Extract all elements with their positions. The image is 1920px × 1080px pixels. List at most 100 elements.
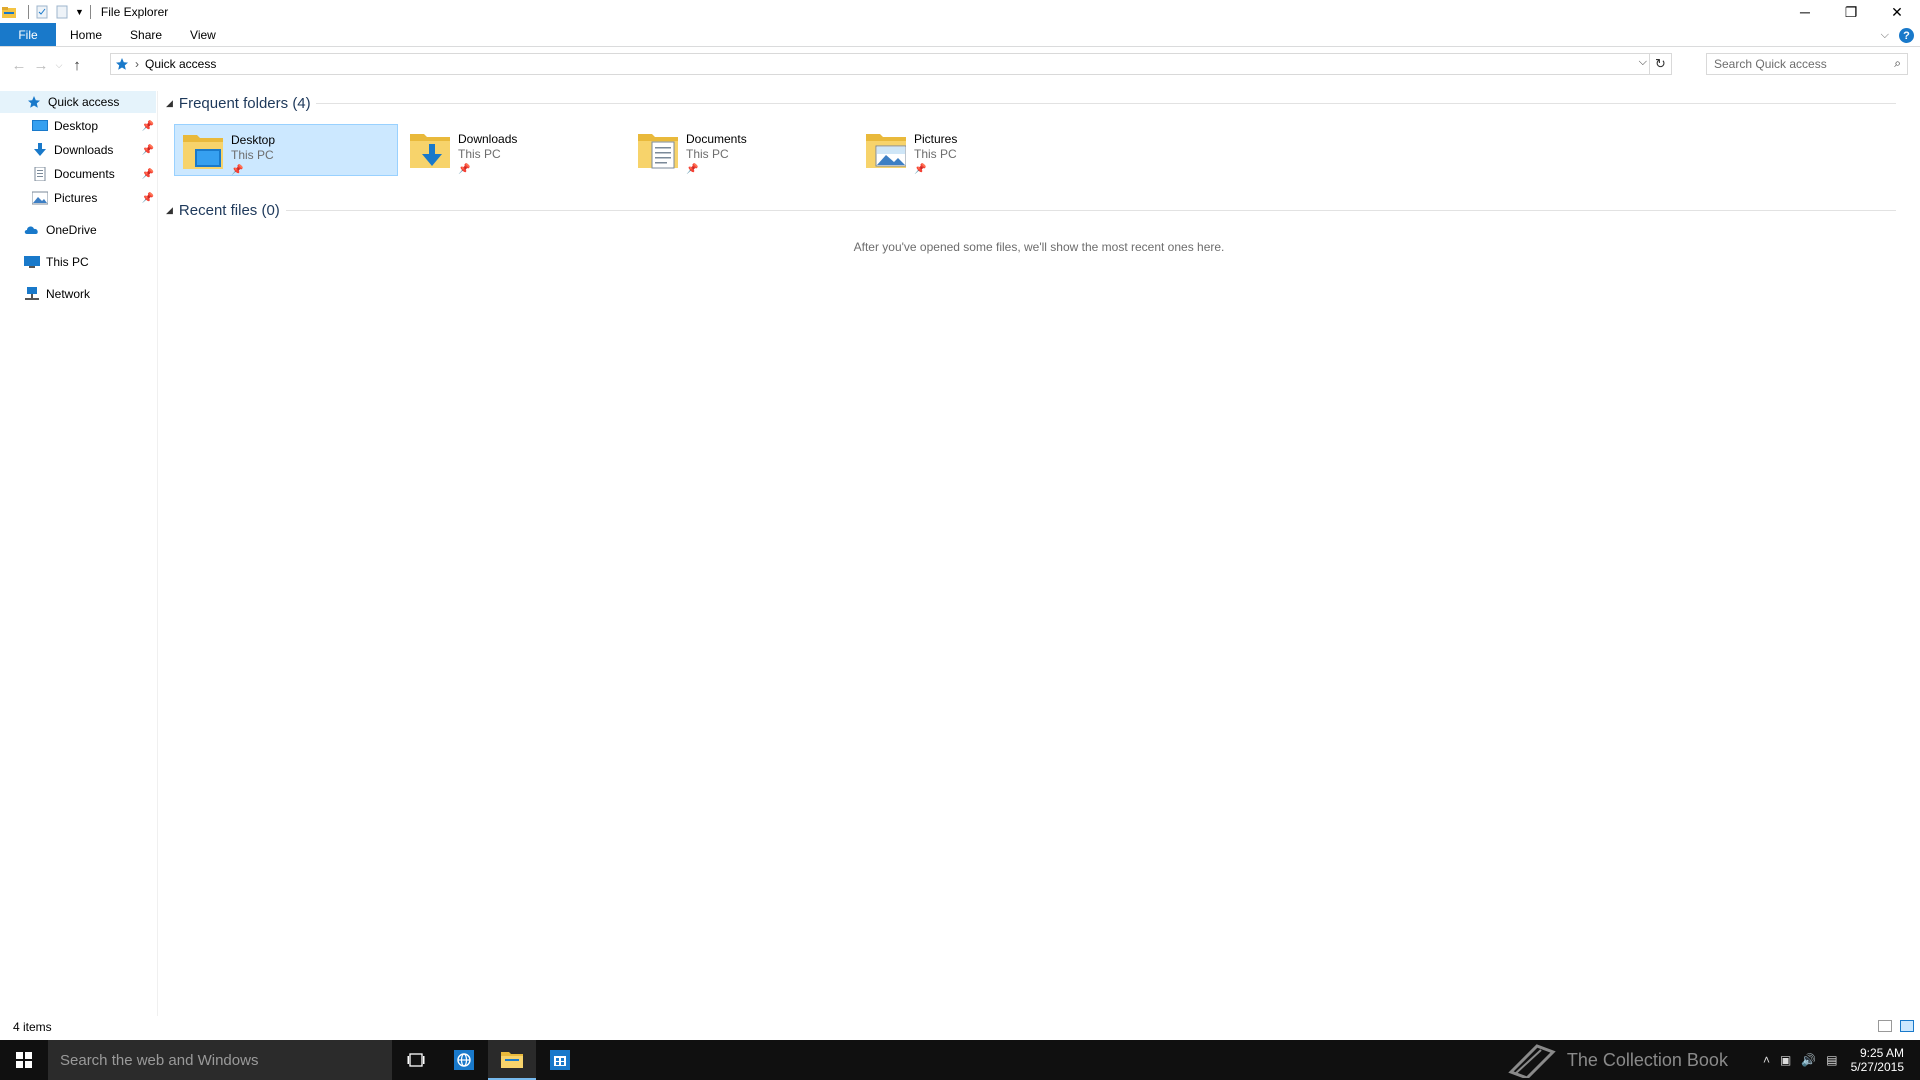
tab-share[interactable]: Share	[116, 23, 176, 46]
watermark-text: The Collection Book	[1566, 1049, 1728, 1070]
up-arrow-icon[interactable]: ↑	[66, 54, 88, 76]
back-arrow-icon[interactable]: ←	[8, 54, 30, 76]
sidebar-item-documents[interactable]: Documents 📌	[0, 163, 156, 185]
tab-file[interactable]: File	[0, 23, 56, 46]
item-count: 4 items	[13, 1020, 52, 1034]
properties-icon[interactable]	[35, 5, 49, 19]
forward-arrow-icon[interactable]: →	[30, 54, 52, 76]
frequent-folders-title: Frequent folders (4)	[178, 94, 311, 112]
pin-icon[interactable]: 📌	[914, 162, 957, 177]
pin-icon[interactable]: 📌	[142, 121, 154, 132]
sidebar-item-quick-access[interactable]: Quick access	[0, 91, 156, 113]
pin-icon[interactable]: 📌	[142, 193, 154, 204]
taskbar-search-box[interactable]: Search the web and Windows	[48, 1040, 392, 1080]
window-controls: ─ ❐ ✕	[1782, 0, 1920, 24]
frequent-folders-header[interactable]: ◢ Frequent folders (4)	[166, 93, 1906, 113]
browser-taskbar-button[interactable]	[440, 1040, 488, 1080]
breadcrumb-current[interactable]: Quick access	[145, 57, 216, 71]
folder-tile-desktop[interactable]: Desktop This PC 📌	[174, 124, 398, 176]
file-explorer-taskbar-button[interactable]	[488, 1040, 536, 1080]
network-icon	[25, 287, 39, 300]
folder-tile-text: Pictures This PC 📌	[914, 132, 957, 177]
header-divider	[316, 103, 1896, 104]
search-icon[interactable]: ⌕	[1894, 56, 1901, 71]
folder-name: Downloads	[458, 132, 518, 146]
recent-locations-chevron-icon[interactable]: ⌵	[52, 54, 66, 76]
sidebar-item-label: Downloads	[54, 143, 114, 157]
action-center-icon[interactable]: ▤	[1826, 1053, 1837, 1067]
expand-ribbon-chevron-icon[interactable]: ⌵	[1881, 29, 1889, 42]
quick-access-toolbar: ▼	[0, 0, 97, 24]
customize-toolbar-chevron-icon[interactable]: ▼	[75, 7, 84, 17]
folder-tile-documents[interactable]: Documents This PC 📌	[630, 124, 854, 176]
address-bar[interactable]: › Quick access ⌵ ↻	[110, 53, 1672, 75]
sidebar-item-pictures[interactable]: Pictures 📌	[0, 187, 156, 209]
clock-time: 9:25 AM	[1859, 1046, 1904, 1060]
breadcrumb-chevron-icon[interactable]: ›	[135, 57, 139, 71]
search-input[interactable]: Search Quick access ⌕	[1706, 53, 1908, 75]
navigation-bar: ← → ⌵ ↑ › Quick access ⌵ ↻ Search Quick …	[0, 53, 1920, 77]
address-dropdown-chevron-icon[interactable]: ⌵	[1639, 56, 1647, 69]
large-icons-view-icon[interactable]	[1900, 1020, 1914, 1032]
close-button[interactable]: ✕	[1874, 0, 1920, 24]
new-folder-icon[interactable]	[55, 5, 69, 19]
folder-tile-pictures[interactable]: Pictures This PC 📌	[858, 124, 1082, 176]
folder-icon	[501, 1052, 523, 1068]
store-taskbar-button[interactable]	[536, 1040, 584, 1080]
pin-icon[interactable]: 📌	[458, 162, 517, 177]
ribbon-right-controls: ⌵ ?	[1881, 28, 1914, 43]
toolbar-separator	[89, 5, 91, 19]
minimize-button[interactable]: ─	[1782, 0, 1828, 24]
network-status-icon[interactable]: ▣	[1780, 1053, 1791, 1067]
folder-location: This PC	[914, 147, 957, 161]
pin-icon[interactable]: 📌	[142, 169, 154, 180]
folder-name: Pictures	[914, 132, 958, 146]
sidebar-item-desktop[interactable]: Desktop 📌	[0, 115, 156, 137]
sidebar-item-network[interactable]: Network	[0, 283, 156, 305]
show-hidden-icons-chevron-icon[interactable]: ˄	[1763, 1053, 1770, 1067]
window-title: File Explorer	[100, 5, 169, 19]
sidebar-item-label: Documents	[54, 167, 115, 181]
desktop-icon	[32, 120, 48, 131]
cloud-icon	[24, 226, 38, 234]
task-view-button[interactable]	[392, 1040, 440, 1080]
sidebar-item-label: This PC	[46, 255, 89, 269]
download-arrow-icon	[34, 143, 46, 156]
volume-icon[interactable]: 🔊	[1801, 1053, 1816, 1067]
details-view-icon[interactable]	[1878, 1020, 1892, 1032]
restore-button[interactable]: ❐	[1828, 0, 1874, 24]
sidebar-item-label: Pictures	[54, 191, 98, 205]
pin-icon[interactable]: 📌	[231, 163, 275, 178]
folder-name: Documents	[686, 132, 747, 146]
folder-location: This PC	[686, 147, 729, 161]
tab-view[interactable]: View	[176, 23, 230, 46]
tab-home[interactable]: Home	[56, 23, 116, 46]
folder-name: Desktop	[231, 133, 276, 147]
pin-icon[interactable]: 📌	[142, 145, 154, 156]
star-icon	[28, 96, 40, 108]
help-icon[interactable]: ?	[1899, 28, 1914, 43]
collapse-triangle-icon[interactable]: ◢	[166, 98, 173, 109]
store-bag-icon	[550, 1050, 570, 1070]
recent-files-header[interactable]: ◢ Recent files (0)	[166, 200, 1906, 220]
folder-tile-text: Desktop This PC 📌	[231, 133, 275, 178]
sidebar-item-onedrive[interactable]: OneDrive	[0, 219, 156, 241]
windows-logo-icon	[16, 1052, 32, 1068]
start-button[interactable]	[0, 1040, 48, 1080]
sidebar-item-this-pc[interactable]: This PC	[0, 251, 156, 273]
sidebar-item-downloads[interactable]: Downloads 📌	[0, 139, 156, 161]
watermark: The Collection Book	[1507, 1042, 1728, 1078]
title-bar: ▼ File Explorer ─ ❐ ✕	[0, 0, 1920, 24]
task-view-icon	[407, 1053, 425, 1067]
globe-icon	[454, 1050, 474, 1070]
taskbar-clock[interactable]: 9:25 AM 5/27/2015	[1851, 1046, 1904, 1074]
refresh-icon[interactable]: ↻	[1649, 54, 1671, 74]
pin-icon[interactable]: 📌	[686, 162, 747, 177]
search-placeholder: Search Quick access	[1714, 57, 1827, 71]
folder-location: This PC	[458, 147, 501, 161]
sidebar-item-label: Network	[46, 287, 91, 301]
folder-tile-downloads[interactable]: Downloads This PC 📌	[402, 124, 626, 176]
collapse-triangle-icon[interactable]: ◢	[166, 205, 173, 216]
navigation-pane: Quick access Desktop 📌 Downloads 📌 Docum…	[0, 91, 158, 1016]
toolbar-separator	[28, 5, 29, 19]
